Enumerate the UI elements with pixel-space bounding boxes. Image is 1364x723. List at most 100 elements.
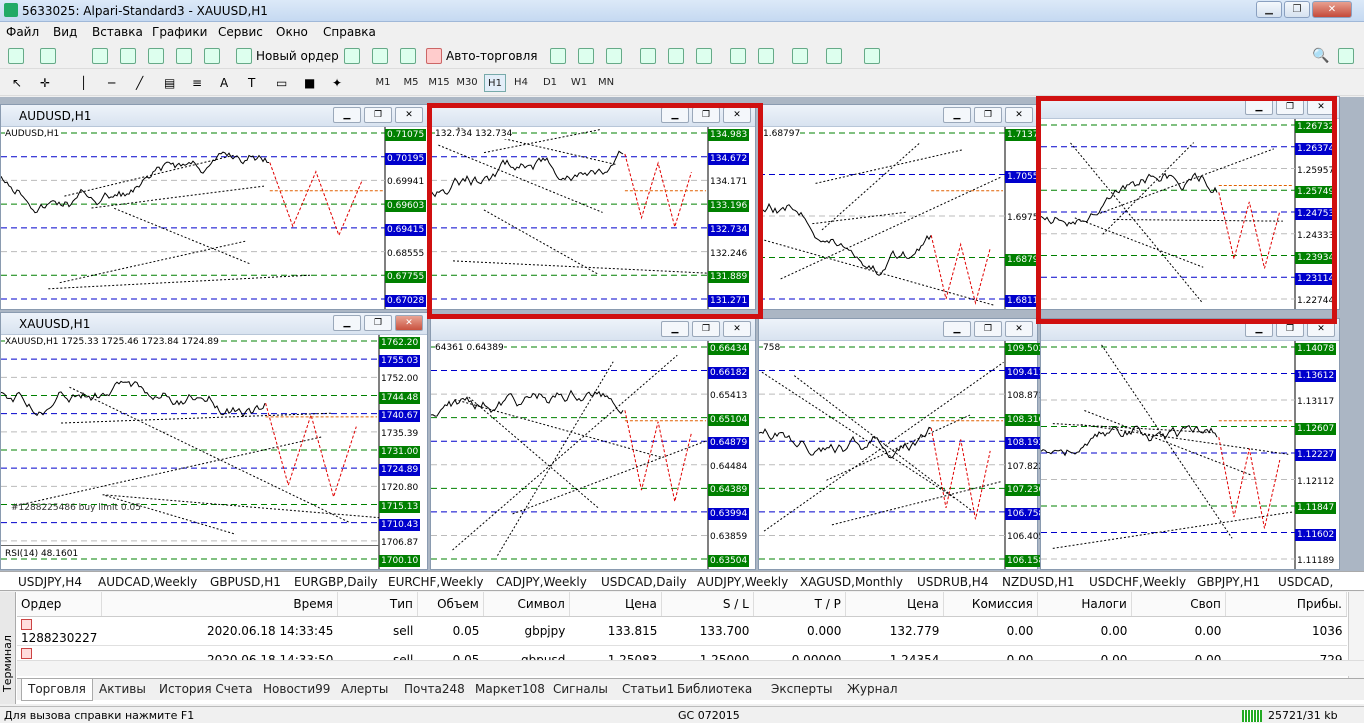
menu-insert[interactable]: Вставка xyxy=(92,25,143,39)
chart-restore-button[interactable]: ❐ xyxy=(974,107,1002,123)
col-tp[interactable]: T / P xyxy=(753,592,846,617)
tf-d1[interactable]: D1 xyxy=(539,74,561,92)
indicators-icon[interactable] xyxy=(792,48,808,64)
zoom-out-icon[interactable] xyxy=(668,48,684,64)
terminal-tab-4[interactable]: Алерты xyxy=(341,682,388,696)
line-chart-icon[interactable] xyxy=(606,48,622,64)
terminal-icon[interactable] xyxy=(176,48,192,64)
shapes-icon[interactable]: ▭ xyxy=(276,73,287,93)
menu-tools[interactable]: Сервис xyxy=(218,25,263,39)
chart-tab[interactable]: USDJPY,H4 xyxy=(18,575,82,589)
search-icon[interactable]: 🔍 xyxy=(1312,48,1329,64)
price-chart[interactable] xyxy=(1,335,427,569)
col-symbol[interactable]: Символ xyxy=(483,592,570,617)
community-icon[interactable] xyxy=(1338,48,1354,64)
chart-restore-button[interactable]: ❐ xyxy=(364,315,392,331)
tf-m30[interactable]: M30 xyxy=(454,74,480,92)
data-window-icon[interactable] xyxy=(148,48,164,64)
terminal-tab-7[interactable]: Сигналы xyxy=(553,682,608,696)
terminal-tab-3[interactable]: Новости99 xyxy=(263,682,330,696)
terminal-tab-5[interactable]: Почта248 xyxy=(404,682,465,696)
price-chart[interactable] xyxy=(759,341,1037,569)
tf-m1[interactable]: M1 xyxy=(372,74,394,92)
close-button[interactable]: ✕ xyxy=(1312,1,1352,18)
chart-window-header[interactable]: XAUUSD,H1 ▁ ❐ ✕ xyxy=(1,313,427,335)
horizontal-line-icon[interactable]: ─ xyxy=(108,73,115,93)
tester-icon[interactable] xyxy=(204,48,220,64)
menu-file[interactable]: Файл xyxy=(6,25,39,39)
col-order[interactable]: Ордер xyxy=(17,592,102,617)
chart-tab[interactable]: USDRUB,H4 xyxy=(917,575,988,589)
chart-window-xauusd[interactable]: XAUUSD,H1 ▁ ❐ ✕ XAUUSD,H1 1725.33 1725.46 17… xyxy=(0,312,428,570)
autotrade-button[interactable]: Авто-торговля xyxy=(426,46,538,66)
fibonacci-icon[interactable]: ≡ xyxy=(192,73,202,93)
chart-tab[interactable]: AUDJPY,Weekly xyxy=(697,575,788,589)
periods-icon[interactable] xyxy=(826,48,842,64)
channel-icon[interactable]: ▤ xyxy=(164,73,175,93)
price-chart[interactable] xyxy=(1,127,427,309)
col-commission[interactable]: Комиссия xyxy=(943,592,1038,617)
terminal-tab-9[interactable]: Библиотека xyxy=(677,682,752,696)
chart-restore-button[interactable]: ❐ xyxy=(364,107,392,123)
minimize-button[interactable]: ▁ xyxy=(1256,1,1282,18)
vps-icon[interactable] xyxy=(400,48,416,64)
chart-window-eurusd[interactable]: ▁ ❐ ✕ 1.14078 1.13612 1.13117 1.12607 1.12227 1.… xyxy=(1040,318,1340,570)
chart-close-button[interactable]: ✕ xyxy=(395,107,423,123)
chart-window-eurjpy[interactable]: ▁ ❐ ✕ 1.68797 1.7137 1.7055 1.6975 1.6879 1.6811 xyxy=(758,104,1041,310)
chart-tab[interactable]: GBPJPY,H1 xyxy=(1197,575,1260,589)
chart-minimize-button[interactable]: ▁ xyxy=(333,315,361,331)
chart-minimize-button[interactable]: ▁ xyxy=(943,321,971,337)
new-order-button[interactable]: Новый ордер xyxy=(236,46,339,66)
price-chart[interactable] xyxy=(431,341,755,569)
tf-h4[interactable]: H4 xyxy=(510,74,532,92)
chart-tab[interactable]: CADJPY,Weekly xyxy=(496,575,587,589)
chart-minimize-button[interactable]: ▁ xyxy=(943,107,971,123)
text-icon[interactable]: A xyxy=(220,73,228,93)
terminal-tab-8[interactable]: Статьи1 xyxy=(622,682,674,696)
col-volume[interactable]: Объем xyxy=(417,592,484,617)
chart-window-audusd[interactable]: AUDUSD,H1 ▁ ❐ ✕ AUDUSD,H1 0.71075 0.70195 0.699… xyxy=(0,104,428,310)
col-sl[interactable]: S / L xyxy=(661,592,754,617)
chart-restore-button[interactable]: ❐ xyxy=(974,321,1002,337)
col-taxes[interactable]: Налоги xyxy=(1037,592,1132,617)
bar-chart-icon[interactable] xyxy=(550,48,566,64)
chart-window-usdjpy2[interactable]: ▁ ❐ ✕ 758 109.502 109.411 108.871 108.316 108.19… xyxy=(758,318,1047,570)
zoom-in-icon[interactable] xyxy=(640,48,656,64)
chart-window-header[interactable]: AUDUSD,H1 ▁ ❐ ✕ xyxy=(1,105,427,127)
trendline-icon[interactable]: ╱ xyxy=(136,73,143,93)
profiles-icon[interactable] xyxy=(40,48,56,64)
terminal-tab-11[interactable]: Журнал xyxy=(847,682,898,696)
chart-close-button[interactable]: ✕ xyxy=(395,315,423,331)
terminal-tab-0[interactable]: Торговля xyxy=(21,679,93,701)
label-icon[interactable]: T xyxy=(248,73,255,93)
col-profit[interactable]: Прибы. xyxy=(1225,592,1348,617)
tf-mn[interactable]: MN xyxy=(594,74,618,92)
chart-shift-icon[interactable] xyxy=(758,48,774,64)
chart-window-header[interactable]: ▁ ❐ ✕ xyxy=(759,105,1037,127)
navigator-icon[interactable] xyxy=(120,48,136,64)
tile-windows-icon[interactable] xyxy=(696,48,712,64)
col-swap[interactable]: Своп xyxy=(1131,592,1226,617)
col-current-price[interactable]: Цена xyxy=(845,592,944,617)
chart-tab[interactable]: EURGBP,Daily xyxy=(294,575,378,589)
autoscroll-icon[interactable] xyxy=(730,48,746,64)
tf-m15[interactable]: M15 xyxy=(426,74,452,92)
chart-restore-button[interactable]: ❐ xyxy=(692,321,720,337)
menu-view[interactable]: Вид xyxy=(53,25,77,39)
chart-tab[interactable]: GBPUSD,H1 xyxy=(210,575,281,589)
market-watch-icon[interactable] xyxy=(92,48,108,64)
menu-window[interactable]: Окно xyxy=(276,25,308,39)
menu-charts[interactable]: Графики xyxy=(152,25,207,39)
chart-tab[interactable]: USDCAD,Daily xyxy=(601,575,687,589)
terminal-tab-1[interactable]: Активы xyxy=(99,682,146,696)
chart-tab[interactable]: USDCHF,Weekly xyxy=(1089,575,1186,589)
cursor-icon[interactable]: ↖ xyxy=(12,73,22,93)
chart-tab[interactable]: AUDCAD,Weekly xyxy=(98,575,197,589)
chart-tab[interactable]: USDCAD, xyxy=(1278,575,1333,589)
crosshair-icon[interactable]: ✛ xyxy=(40,73,50,93)
terminal-tab-10[interactable]: Эксперты xyxy=(771,682,833,696)
terminal-tab-2[interactable]: История Счета xyxy=(159,682,253,696)
horizontal-scrollbar[interactable] xyxy=(17,660,1364,676)
chart-close-button[interactable]: ✕ xyxy=(1005,107,1033,123)
chart-window-header[interactable]: ▁ ❐ ✕ xyxy=(431,319,755,341)
